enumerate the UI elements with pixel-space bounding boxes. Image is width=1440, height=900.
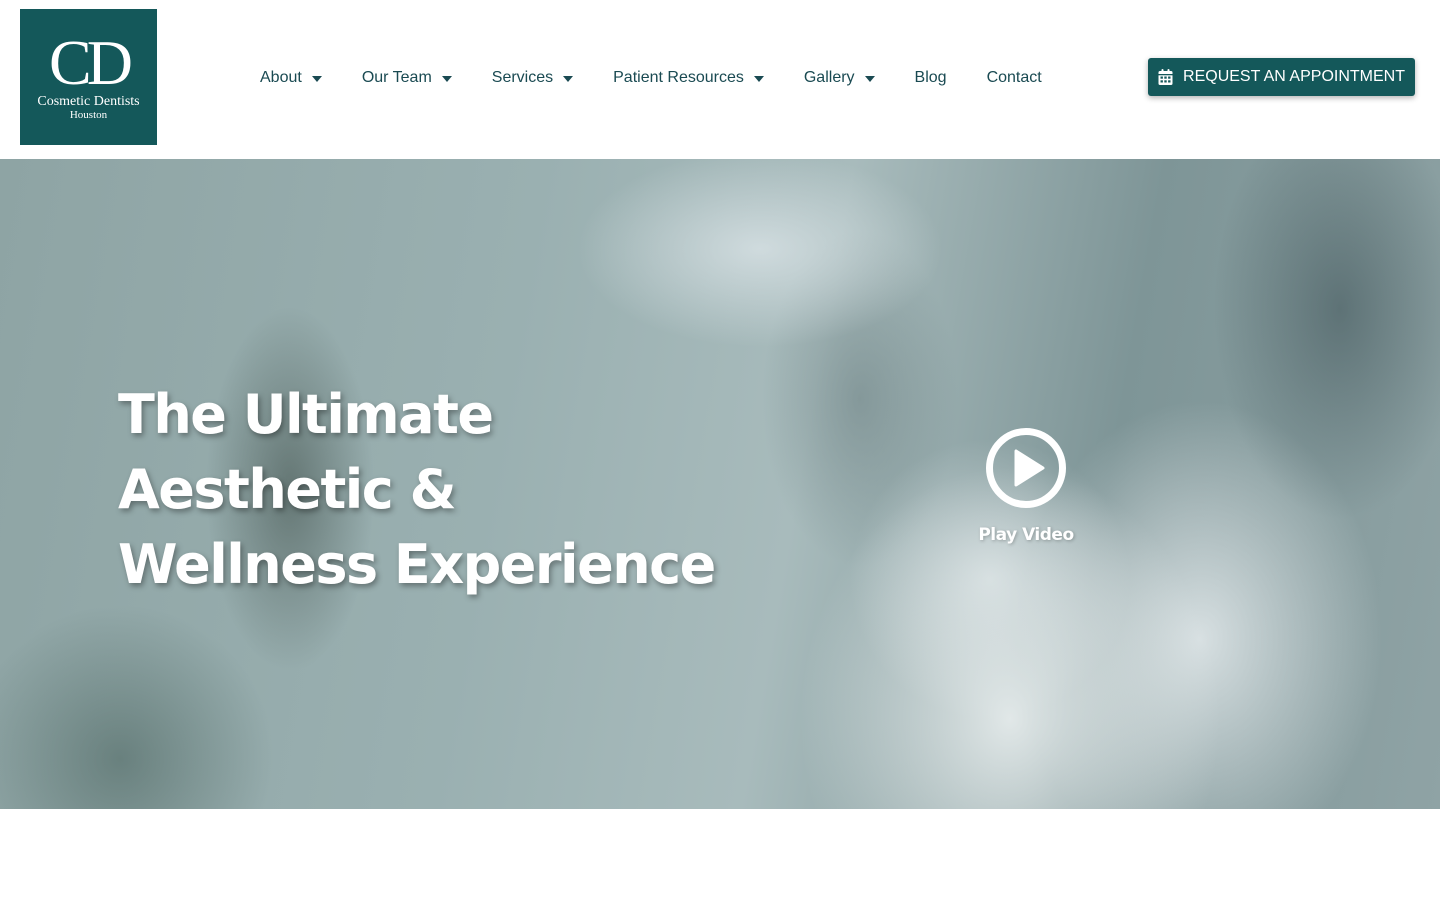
nav-item-contact[interactable]: Contact [987, 67, 1042, 89]
play-video-label: Play Video [978, 525, 1074, 545]
nav-item-our-team[interactable]: Our Team [362, 67, 452, 89]
caret-down-icon [563, 75, 574, 82]
main-nav: About Our Team Services Patient Resource… [260, 66, 1042, 90]
request-appointment-label: REQUEST AN APPOINTMENT [1183, 68, 1405, 85]
nav-item-about[interactable]: About [260, 67, 322, 89]
play-video-button[interactable]: Play Video [976, 427, 1076, 552]
logo-name: Cosmetic Dentists [37, 94, 140, 109]
logo-city: Houston [69, 109, 108, 121]
nav-item-label: Services [491, 69, 554, 86]
caret-down-icon [441, 75, 452, 82]
hero-banner: The Ultimate Aesthetic & Wellness Experi… [0, 159, 1440, 809]
site-header: CD Cosmetic Dentists Houston About Our T… [0, 0, 1440, 159]
nav-item-services[interactable]: Services [491, 67, 574, 89]
request-appointment-button[interactable]: REQUEST AN APPOINTMENT [1148, 58, 1415, 96]
play-circle-icon [986, 428, 1066, 508]
logo[interactable]: CD Cosmetic Dentists Houston [20, 9, 157, 145]
nav-item-patient-resources[interactable]: Patient Resources [613, 67, 764, 89]
nav-item-label: About [260, 69, 302, 86]
nav-item-label: Patient Resources [613, 69, 744, 86]
hero-title-line: Wellness Experience [118, 533, 716, 596]
nav-item-blog[interactable]: Blog [915, 67, 947, 89]
nav-item-label: Our Team [361, 69, 432, 86]
calendar-icon [1158, 69, 1173, 85]
nav-item-label: Gallery [803, 69, 855, 86]
nav-item-label: Contact [986, 69, 1042, 86]
caret-down-icon [311, 75, 322, 82]
hero-title: The Ultimate Aesthetic & Wellness Experi… [118, 377, 818, 602]
caret-down-icon [753, 75, 764, 82]
caret-down-icon [864, 75, 875, 82]
logo-mark: CD [49, 27, 133, 98]
nav-item-label: Blog [914, 69, 947, 86]
hero-title-line: The Ultimate [118, 383, 494, 446]
nav-item-gallery[interactable]: Gallery [804, 67, 875, 89]
hero-title-line: Aesthetic & [118, 458, 457, 521]
